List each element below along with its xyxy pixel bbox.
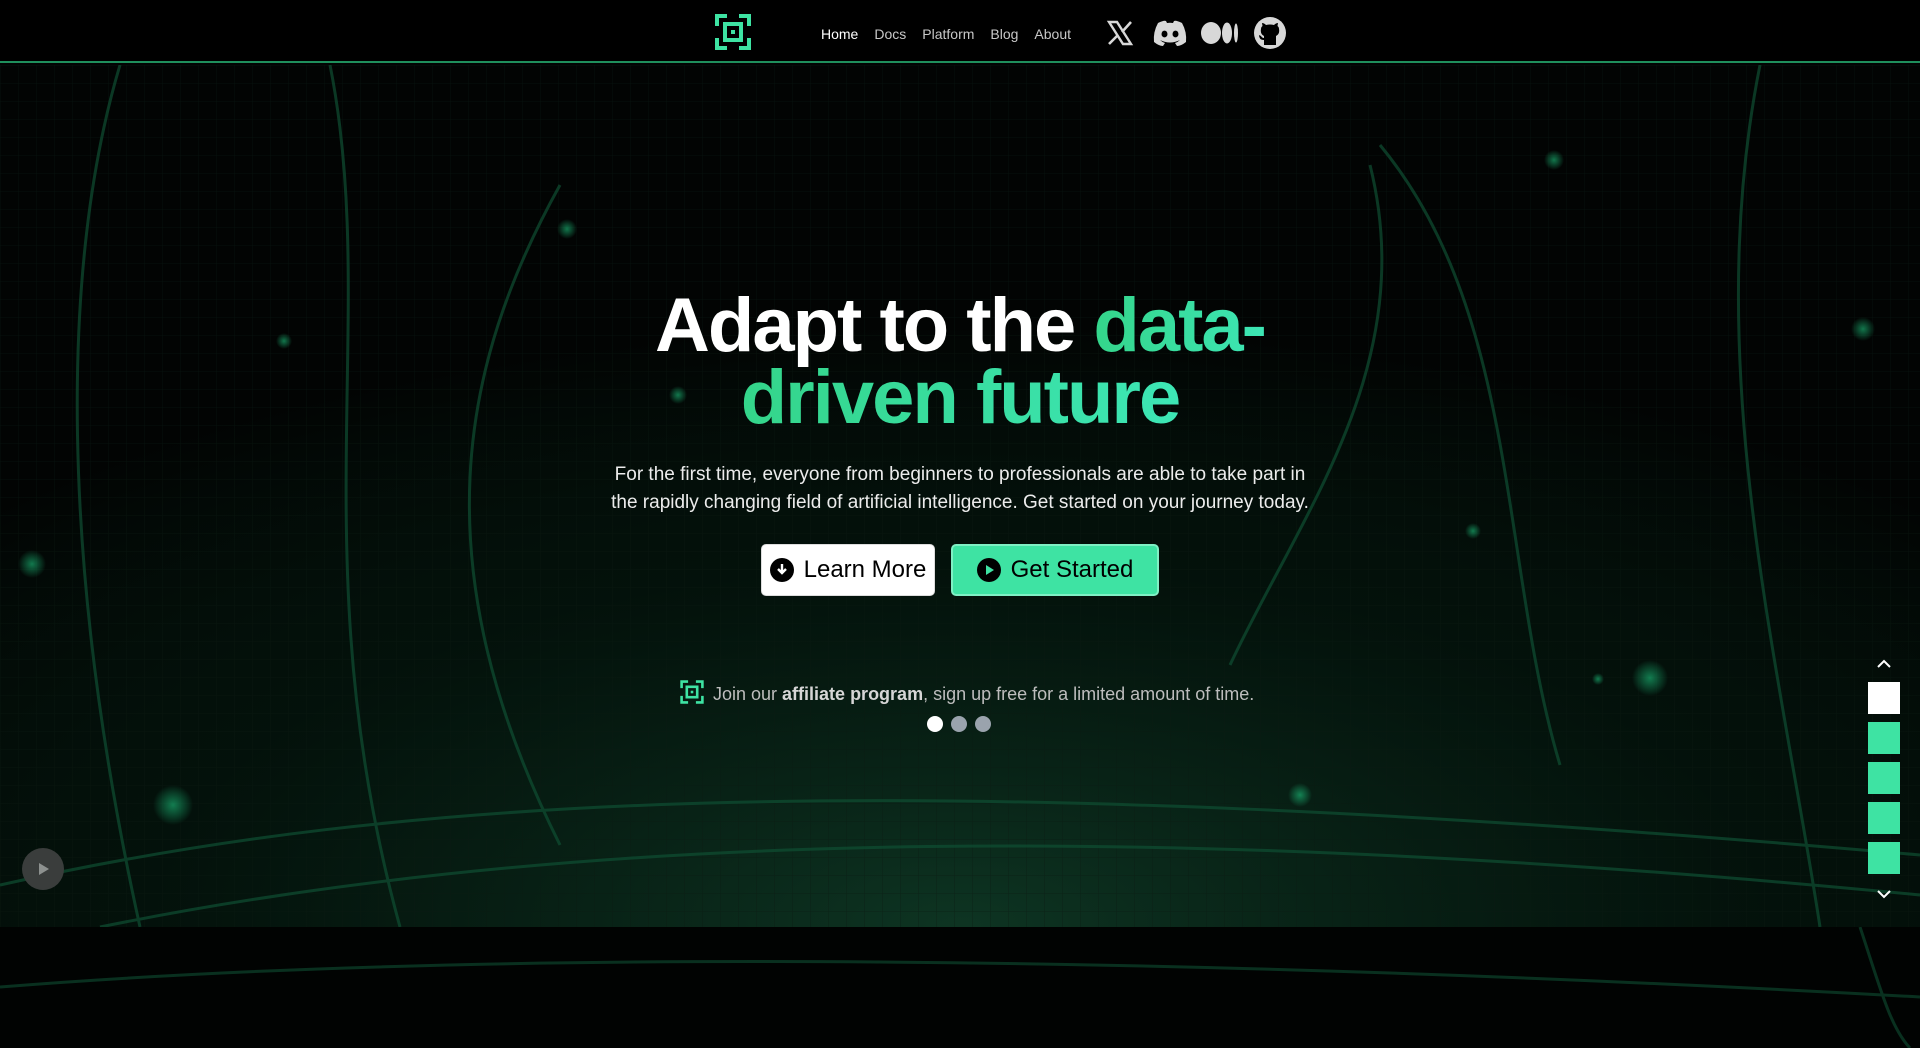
affiliate-suffix: , sign up free for a limited amount of t… — [923, 684, 1255, 704]
medium-icon[interactable] — [1200, 16, 1240, 50]
carousel-dot-1[interactable] — [927, 716, 943, 732]
affiliate-prefix: Join our — [713, 684, 783, 704]
x-icon[interactable] — [1100, 16, 1140, 50]
lower-section-background — [0, 927, 1920, 1048]
carousel-dot-3[interactable] — [975, 716, 991, 732]
discord-icon[interactable] — [1150, 16, 1190, 50]
nav-about-link[interactable]: About — [1034, 23, 1071, 45]
learn-more-button[interactable]: Learn More — [761, 544, 935, 596]
pager-section-2[interactable] — [1868, 722, 1900, 754]
hero-subtitle-line-1: For the first time, everyone from beginn… — [614, 464, 1306, 485]
square-in-frame-small-icon — [679, 679, 705, 710]
social-links — [1100, 16, 1290, 50]
get-started-button[interactable]: Get Started — [951, 544, 1159, 596]
square-in-frame-logo-icon[interactable] — [713, 12, 753, 52]
pager-section-4[interactable] — [1868, 802, 1900, 834]
play-icon — [39, 863, 49, 875]
pager-section-1[interactable] — [1868, 682, 1900, 714]
affiliate-banner: Join our affiliate program, sign up free… — [679, 679, 1254, 710]
nav-home-link[interactable]: Home — [821, 23, 858, 45]
nav-docs-link[interactable]: Docs — [874, 23, 906, 45]
github-icon[interactable] — [1250, 16, 1290, 50]
video-play-button[interactable] — [22, 848, 64, 890]
landing-page: Home Docs Platform Blog About Adapt to t… — [0, 0, 1920, 1048]
hero-subtitle: For the first time, everyone from beginn… — [560, 461, 1360, 517]
nav-platform-link[interactable]: Platform — [922, 23, 974, 45]
carousel-dots — [927, 716, 991, 732]
chevron-up-icon[interactable] — [1866, 652, 1902, 676]
learn-more-label: Learn More — [803, 556, 927, 583]
play-circle-icon — [976, 558, 1001, 582]
pager-section-3[interactable] — [1868, 762, 1900, 794]
section-pager — [1866, 652, 1902, 906]
main-nav: Home Docs Platform Blog About — [821, 23, 1087, 45]
carousel-dot-2[interactable] — [951, 716, 967, 732]
hero-title-accent-2: driven future — [740, 355, 1181, 440]
affiliate-text: Join our affiliate program, sign up free… — [713, 684, 1254, 705]
nav-blog-link[interactable]: Blog — [990, 23, 1018, 45]
download-arrow-icon — [769, 558, 794, 582]
chevron-down-icon[interactable] — [1866, 882, 1902, 906]
top-navbar: Home Docs Platform Blog About — [0, 0, 1920, 63]
affiliate-program-link[interactable]: affiliate program — [782, 684, 923, 704]
hero-subtitle-line-2: the rapidly changing field of artificial… — [611, 492, 1309, 513]
get-started-label: Get Started — [1010, 556, 1134, 583]
pager-section-5[interactable] — [1868, 842, 1900, 874]
hero-title: Adapt to the data- driven future — [460, 288, 1460, 436]
